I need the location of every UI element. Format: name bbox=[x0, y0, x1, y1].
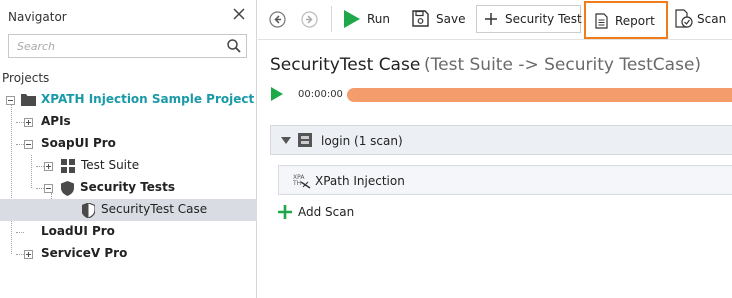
test-step-label: login (1 scan) bbox=[321, 134, 403, 148]
expand-icon[interactable] bbox=[44, 162, 53, 171]
tree-item-loadui[interactable]: LoadUI Pro bbox=[0, 221, 257, 243]
scan-label: XPath Injection bbox=[315, 174, 405, 188]
loadui-label: LoadUI Pro bbox=[41, 224, 115, 238]
shield-half-icon bbox=[82, 203, 95, 218]
svg-text:TH: TH bbox=[293, 180, 301, 187]
toolbar: Run Save Security Test Report Scan bbox=[258, 0, 732, 40]
elapsed-time: 00:00:00 bbox=[298, 89, 343, 100]
expand-icon[interactable] bbox=[24, 250, 33, 259]
security-test-label: Security Test bbox=[505, 12, 582, 26]
add-scan-label: Add Scan bbox=[298, 205, 355, 219]
save-button[interactable]: Save bbox=[408, 5, 468, 33]
close-icon[interactable] bbox=[231, 6, 247, 22]
collapse-icon[interactable] bbox=[24, 140, 33, 149]
play-icon bbox=[344, 10, 360, 28]
tree-item-security-tests[interactable]: Security Tests bbox=[0, 177, 257, 199]
tree-item-apis[interactable]: APIs bbox=[0, 111, 257, 133]
apis-label: APIs bbox=[41, 114, 71, 128]
folder-icon bbox=[21, 94, 36, 106]
shield-icon bbox=[61, 181, 74, 196]
test-step-row[interactable]: login (1 scan) bbox=[270, 125, 732, 155]
xpath-scan-icon: XPA TH bbox=[293, 174, 311, 189]
security-test-case-label: SecurityTest Case bbox=[101, 202, 208, 216]
add-icon bbox=[278, 205, 292, 219]
report-icon bbox=[595, 13, 608, 29]
test-suite-label: Test Suite bbox=[81, 158, 140, 172]
collapse-icon[interactable] bbox=[6, 96, 15, 105]
scan-label: Scan bbox=[697, 12, 727, 26]
tree-item-security-test-case[interactable]: SecurityTest Case bbox=[0, 199, 257, 221]
forward-icon[interactable] bbox=[301, 11, 318, 28]
tree-item-test-suite[interactable]: Test Suite bbox=[0, 155, 257, 177]
toolbar-separator bbox=[331, 6, 332, 32]
page-subtitle: (Test Suite -> Security TestCase) bbox=[424, 55, 702, 75]
search-icon[interactable] bbox=[226, 38, 242, 54]
back-icon[interactable] bbox=[269, 11, 286, 28]
request-step-icon bbox=[298, 133, 312, 147]
add-scan-button[interactable]: Add Scan bbox=[278, 203, 368, 223]
servicev-label: ServiceV Pro bbox=[41, 246, 128, 260]
expand-icon[interactable] bbox=[24, 118, 33, 127]
navigator-panel: Navigator Projects XPATH Injection Sampl… bbox=[0, 0, 257, 298]
security-test-button[interactable]: Security Test bbox=[476, 5, 582, 33]
run-test-icon[interactable] bbox=[270, 87, 284, 101]
search-input[interactable] bbox=[17, 38, 217, 54]
save-label: Save bbox=[436, 12, 466, 26]
run-label: Run bbox=[367, 12, 391, 26]
projects-label: Projects bbox=[2, 71, 50, 85]
tree-item-project[interactable]: XPATH Injection Sample Project bbox=[0, 89, 257, 111]
plus-icon bbox=[485, 13, 497, 25]
save-icon bbox=[412, 10, 429, 27]
page-title: SecurityTest Case bbox=[270, 55, 421, 75]
test-suite-icon bbox=[61, 159, 75, 173]
collapse-icon[interactable] bbox=[44, 184, 53, 193]
scan-button[interactable]: Scan bbox=[672, 5, 732, 33]
search-box[interactable] bbox=[8, 34, 247, 58]
tree-item-servicev[interactable]: ServiceV Pro bbox=[0, 243, 257, 265]
report-button[interactable]: Report bbox=[584, 1, 668, 39]
soapui-label: SoapUI Pro bbox=[41, 136, 116, 150]
project-label: XPATH Injection Sample Project bbox=[41, 92, 255, 106]
navigator-header: Navigator bbox=[0, 0, 257, 34]
run-button[interactable]: Run bbox=[340, 5, 396, 33]
navigator-title: Navigator bbox=[8, 10, 67, 24]
scan-icon bbox=[675, 9, 693, 28]
tree-item-soapui[interactable]: SoapUI Pro bbox=[0, 133, 257, 155]
progress-bar bbox=[347, 88, 732, 102]
collapse-triangle-icon[interactable] bbox=[281, 137, 291, 144]
report-label: Report bbox=[615, 14, 655, 28]
security-tests-label: Security Tests bbox=[80, 180, 175, 194]
scan-row[interactable]: XPA TH XPath Injection bbox=[278, 165, 732, 195]
